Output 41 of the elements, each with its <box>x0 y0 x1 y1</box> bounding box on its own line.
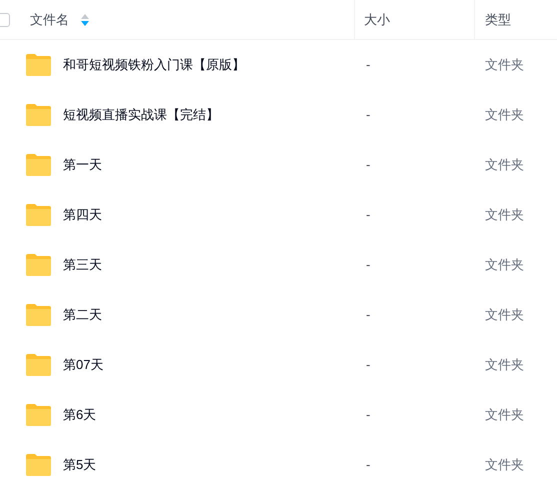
file-size: - <box>366 207 370 222</box>
file-name[interactable]: 短视频直播实战课【完结】 <box>63 105 219 125</box>
file-name[interactable]: 第二天 <box>63 305 102 325</box>
folder-icon <box>26 204 51 226</box>
folder-icon <box>26 404 51 426</box>
file-name[interactable]: 第三天 <box>63 255 102 275</box>
file-size: - <box>366 407 370 422</box>
file-size: - <box>366 157 370 172</box>
column-header[interactable]: 类型 <box>485 10 511 30</box>
select-all-checkbox[interactable] <box>0 12 10 26</box>
file-name[interactable]: 第四天 <box>63 205 102 225</box>
file-type: 文件夹 <box>485 257 524 272</box>
file-size: - <box>366 257 370 272</box>
folder-icon <box>26 104 51 126</box>
file-name[interactable]: 第5天 <box>63 455 96 475</box>
file-size: - <box>366 457 370 472</box>
sort-icon[interactable] <box>81 14 89 26</box>
file-name[interactable]: 第07天 <box>63 355 104 375</box>
file-type: 文件夹 <box>485 357 524 372</box>
file-name[interactable]: 和哥短视频铁粉入门课【原版】 <box>63 55 245 75</box>
folder-icon <box>26 304 51 326</box>
file-size: - <box>366 357 370 372</box>
file-size: - <box>366 57 370 72</box>
file-type: 文件夹 <box>485 307 524 322</box>
folder-icon <box>26 54 51 76</box>
file-type: 文件夹 <box>485 207 524 222</box>
file-name[interactable]: 第6天 <box>63 405 96 425</box>
file-size: - <box>366 107 370 122</box>
file-type: 文件夹 <box>485 107 524 122</box>
file-type: 文件夹 <box>485 457 524 472</box>
file-name[interactable]: 第一天 <box>63 155 102 175</box>
file-type: 文件夹 <box>485 57 524 72</box>
folder-icon <box>26 454 51 476</box>
folder-icon <box>26 254 51 276</box>
file-type: 文件夹 <box>485 157 524 172</box>
file-size: - <box>366 307 370 322</box>
column-header[interactable]: 文件名 <box>30 10 69 30</box>
column-header[interactable]: 大小 <box>364 10 390 30</box>
folder-icon <box>26 354 51 376</box>
folder-icon <box>26 154 51 176</box>
file-type: 文件夹 <box>485 407 524 422</box>
